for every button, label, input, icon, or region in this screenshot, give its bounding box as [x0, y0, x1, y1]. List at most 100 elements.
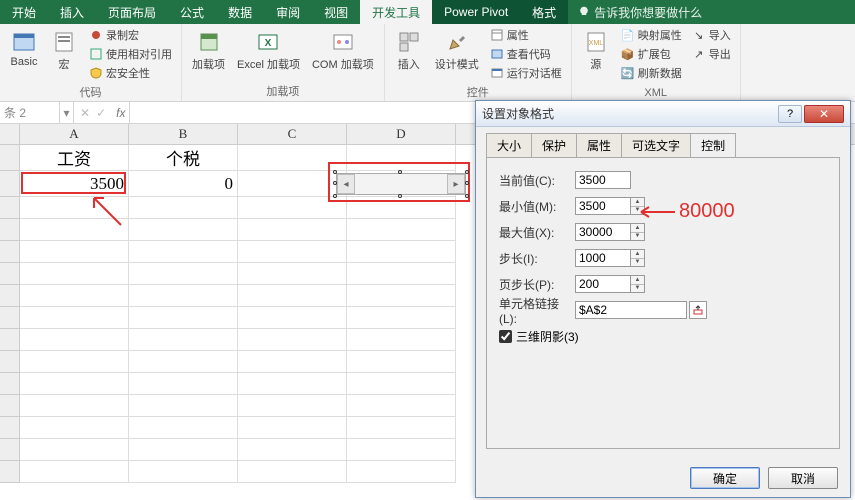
tab-format[interactable]: 格式 — [520, 0, 568, 24]
cell-link-input[interactable] — [575, 301, 687, 319]
export-button[interactable]: ↗导出 — [689, 45, 734, 63]
cell[interactable] — [347, 241, 456, 263]
cell[interactable] — [20, 439, 129, 461]
resize-handle[interactable] — [398, 194, 402, 198]
scrollbar-track[interactable] — [355, 174, 447, 194]
cell[interactable] — [20, 307, 129, 329]
insert-control-button[interactable]: 插入 — [391, 26, 427, 74]
range-picker-button[interactable] — [689, 301, 707, 319]
cell[interactable] — [20, 285, 129, 307]
cell-b1[interactable]: 个税 — [129, 145, 238, 171]
row-header[interactable] — [0, 241, 20, 263]
cell[interactable] — [347, 329, 456, 351]
tell-me-search[interactable]: 告诉我你想要做什么 — [568, 0, 712, 24]
step-spinner[interactable]: ▲▼ — [631, 249, 645, 267]
tab-insert[interactable]: 插入 — [48, 0, 96, 24]
cell[interactable] — [20, 461, 129, 483]
3d-shadow-check-input[interactable] — [499, 330, 512, 343]
row-header[interactable] — [0, 373, 20, 395]
cell[interactable] — [238, 241, 347, 263]
name-box-dropdown[interactable]: ▾ — [60, 102, 74, 123]
resize-handle[interactable] — [398, 170, 402, 174]
row-header[interactable] — [0, 439, 20, 461]
page-step-input[interactable] — [575, 275, 631, 293]
cell[interactable] — [238, 307, 347, 329]
addin-button[interactable]: 加载项 — [188, 26, 229, 74]
cell-b2[interactable]: 0 — [129, 171, 238, 197]
enter-fx-icon[interactable]: ✓ — [96, 106, 106, 120]
cell[interactable] — [238, 285, 347, 307]
cell[interactable] — [238, 263, 347, 285]
3d-shadow-checkbox[interactable]: 三维阴影(3) — [499, 328, 827, 345]
page-step-spinner[interactable]: ▲▼ — [631, 275, 645, 293]
dialog-tab-properties[interactable]: 属性 — [576, 133, 622, 157]
tab-home[interactable]: 开始 — [0, 0, 48, 24]
step-input[interactable] — [575, 249, 631, 267]
row-header[interactable] — [0, 285, 20, 307]
row-header[interactable] — [0, 461, 20, 483]
cell[interactable] — [238, 329, 347, 351]
scrollbar-left-button[interactable]: ◂ — [337, 174, 355, 194]
properties-button[interactable]: 属性 — [487, 26, 565, 44]
map-props-button[interactable]: 📄映射属性 — [618, 26, 685, 44]
row-header[interactable] — [0, 197, 20, 219]
cell[interactable] — [20, 241, 129, 263]
import-button[interactable]: ↘导入 — [689, 26, 734, 44]
cell[interactable] — [20, 417, 129, 439]
view-code-button[interactable]: 查看代码 — [487, 45, 565, 63]
resize-handle[interactable] — [465, 194, 469, 198]
cell[interactable] — [20, 373, 129, 395]
tab-developer[interactable]: 开发工具 — [360, 0, 432, 24]
dialog-titlebar[interactable]: 设置对象格式 ? ✕ — [476, 101, 850, 127]
dialog-close-button[interactable]: ✕ — [804, 105, 844, 123]
cell[interactable] — [238, 373, 347, 395]
cell[interactable] — [129, 285, 238, 307]
macro-security-button[interactable]: 宏安全性 — [86, 64, 175, 82]
cancel-button[interactable]: 取消 — [768, 467, 838, 489]
row-header-2[interactable] — [0, 171, 20, 197]
col-header-c[interactable]: C — [238, 124, 347, 144]
name-box[interactable]: 条 2 — [0, 102, 60, 123]
dialog-tab-alt-text[interactable]: 可选文字 — [621, 133, 691, 157]
cell[interactable] — [238, 461, 347, 483]
cell[interactable] — [238, 351, 347, 373]
expand-pack-button[interactable]: 📦扩展包 — [618, 45, 685, 63]
cell[interactable] — [129, 329, 238, 351]
tab-review[interactable]: 审阅 — [264, 0, 312, 24]
cell[interactable] — [129, 307, 238, 329]
row-header[interactable] — [0, 395, 20, 417]
fx-icon[interactable]: fx — [112, 102, 130, 123]
max-value-spinner[interactable]: ▲▼ — [631, 223, 645, 241]
cell-a1[interactable]: 工资 — [20, 145, 129, 171]
current-value-input[interactable] — [575, 171, 631, 189]
refresh-data-button[interactable]: 🔄刷新数据 — [618, 64, 685, 82]
cell[interactable] — [20, 329, 129, 351]
tab-data[interactable]: 数据 — [216, 0, 264, 24]
tab-view[interactable]: 视图 — [312, 0, 360, 24]
cell[interactable] — [347, 461, 456, 483]
dialog-help-button[interactable]: ? — [778, 105, 802, 123]
macro-button[interactable]: 宏 — [46, 26, 82, 74]
select-all-corner[interactable] — [0, 124, 20, 144]
cell[interactable] — [347, 263, 456, 285]
min-value-input[interactable] — [575, 197, 631, 215]
visual-basic-button[interactable]: Basic — [6, 26, 42, 70]
cell[interactable] — [347, 417, 456, 439]
cell[interactable] — [129, 417, 238, 439]
cell[interactable] — [347, 219, 456, 241]
tab-page-layout[interactable]: 页面布局 — [96, 0, 168, 24]
cell[interactable] — [347, 351, 456, 373]
cell[interactable] — [347, 373, 456, 395]
resize-handle[interactable] — [333, 181, 337, 185]
com-addin-button[interactable]: COM 加载项 — [308, 26, 378, 74]
record-macro-button[interactable]: 录制宏 — [86, 26, 175, 44]
cell[interactable] — [129, 263, 238, 285]
cell[interactable] — [129, 395, 238, 417]
resize-handle[interactable] — [465, 170, 469, 174]
cell[interactable] — [20, 395, 129, 417]
tab-power-pivot[interactable]: Power Pivot — [432, 0, 520, 24]
relative-ref-button[interactable]: 使用相对引用 — [86, 45, 175, 63]
cell[interactable] — [347, 307, 456, 329]
row-header-1[interactable] — [0, 145, 20, 171]
max-value-input[interactable] — [575, 223, 631, 241]
